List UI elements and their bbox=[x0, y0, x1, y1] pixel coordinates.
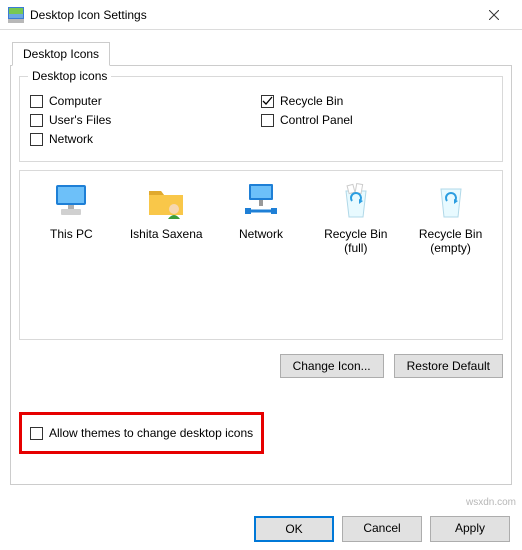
ok-button[interactable]: OK bbox=[254, 516, 334, 542]
this-pc-icon bbox=[51, 181, 91, 221]
icon-label: Ishita Saxena bbox=[121, 227, 211, 241]
watermark: wsxdn.com bbox=[466, 497, 516, 508]
checkbox-control-panel[interactable]: Control Panel bbox=[261, 113, 492, 127]
icon-list: This PC Ishita Saxena Network bbox=[24, 181, 498, 256]
network-icon bbox=[241, 181, 281, 221]
restore-default-button[interactable]: Restore Default bbox=[394, 354, 503, 378]
groupbox-desktop-icons: Desktop icons Computer User's Files bbox=[19, 76, 503, 162]
checkbox-recycle-bin[interactable]: Recycle Bin bbox=[261, 94, 492, 108]
icon-item-this-pc[interactable]: This PC bbox=[26, 181, 116, 256]
change-icon-button[interactable]: Change Icon... bbox=[280, 354, 384, 378]
checkbox-icon bbox=[261, 114, 274, 127]
close-button[interactable] bbox=[474, 1, 514, 29]
icon-label: Recycle Bin (full) bbox=[311, 227, 401, 256]
checkbox-icon bbox=[30, 427, 43, 440]
dialog-button-row: OK Cancel Apply bbox=[254, 516, 510, 542]
window-title: Desktop Icon Settings bbox=[30, 8, 474, 22]
dialog-body: Desktop Icons Desktop icons Computer Use… bbox=[0, 30, 522, 485]
checkbox-icon bbox=[30, 95, 43, 108]
checkbox-label: Allow themes to change desktop icons bbox=[49, 426, 253, 440]
titlebar: Desktop Icon Settings bbox=[0, 0, 522, 30]
icon-preview-box: This PC Ishita Saxena Network bbox=[19, 170, 503, 340]
tab-desktop-icons[interactable]: Desktop Icons bbox=[12, 42, 110, 66]
icon-item-network[interactable]: Network bbox=[216, 181, 306, 256]
recycle-bin-full-icon bbox=[336, 181, 376, 221]
groupbox-legend: Desktop icons bbox=[28, 69, 111, 83]
icon-item-recycle-empty[interactable]: Recycle Bin (empty) bbox=[406, 181, 496, 256]
checkbox-icon bbox=[30, 114, 43, 127]
checkbox-label: Network bbox=[49, 132, 93, 146]
checkbox-label: Recycle Bin bbox=[280, 94, 343, 108]
tab-strip: Desktop Icons Desktop icons Computer Use… bbox=[10, 42, 512, 485]
checkbox-label: User's Files bbox=[49, 113, 111, 127]
close-icon bbox=[489, 10, 499, 20]
user-folder-icon bbox=[146, 181, 186, 221]
cancel-button[interactable]: Cancel bbox=[342, 516, 422, 542]
tab-panel: Desktop icons Computer User's Files bbox=[10, 65, 512, 485]
checkbox-icon bbox=[261, 95, 274, 108]
allow-themes-highlight: Allow themes to change desktop icons bbox=[19, 412, 264, 454]
checkbox-allow-themes[interactable]: Allow themes to change desktop icons bbox=[30, 426, 253, 440]
checkbox-users-files[interactable]: User's Files bbox=[30, 113, 261, 127]
checkbox-computer[interactable]: Computer bbox=[30, 94, 261, 108]
icon-button-row: Change Icon... Restore Default bbox=[19, 354, 503, 378]
icon-item-recycle-full[interactable]: Recycle Bin (full) bbox=[311, 181, 401, 256]
icon-label: Recycle Bin (empty) bbox=[406, 227, 496, 256]
checkbox-label: Computer bbox=[49, 94, 102, 108]
app-icon bbox=[8, 7, 24, 23]
checkbox-network[interactable]: Network bbox=[30, 132, 261, 146]
checkbox-label: Control Panel bbox=[280, 113, 353, 127]
checkbox-icon bbox=[30, 133, 43, 146]
icon-label: This PC bbox=[26, 227, 116, 241]
icon-item-user[interactable]: Ishita Saxena bbox=[121, 181, 211, 256]
apply-button[interactable]: Apply bbox=[430, 516, 510, 542]
icon-label: Network bbox=[216, 227, 306, 241]
recycle-bin-empty-icon bbox=[431, 181, 471, 221]
